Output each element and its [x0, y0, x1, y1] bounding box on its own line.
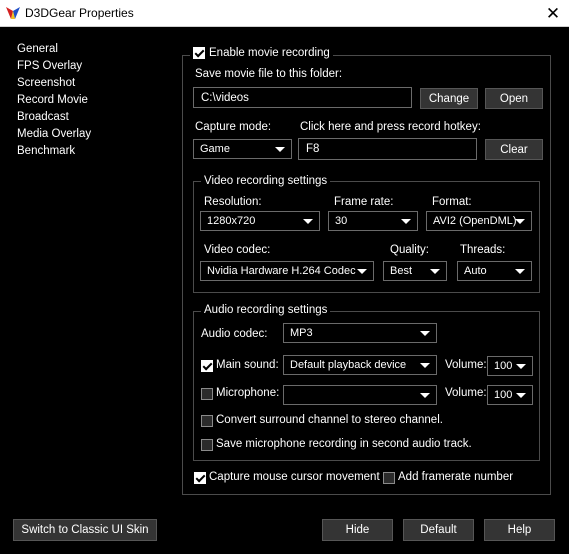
chevron-down-icon [357, 269, 367, 274]
video-codec-select[interactable]: Nvidia Hardware H.264 Codec [200, 261, 374, 281]
sidebar-item-benchmark[interactable]: Benchmark [17, 145, 75, 157]
chevron-down-icon [430, 269, 440, 274]
enable-recording-label: Enable movie recording [209, 47, 330, 59]
video-settings-legend: Video recording settings [201, 175, 331, 187]
sidebar-item-media-overlay[interactable]: Media Overlay [17, 128, 91, 140]
hotkey-input[interactable]: F8 [298, 138, 477, 160]
surround-label: Convert surround channel to stereo chann… [216, 414, 443, 426]
format-select[interactable]: AVI2 (OpenDML) [426, 211, 532, 231]
capture-mode-label: Capture mode: [195, 121, 272, 133]
open-folder-button[interactable]: Open [485, 88, 543, 109]
main-volume-label: Volume: [445, 359, 487, 371]
threads-label: Threads: [460, 244, 506, 256]
format-value: AVI2 (OpenDML) [433, 215, 517, 227]
hotkey-label: Click here and press record hotkey: [300, 121, 481, 133]
audio-settings-legend: Audio recording settings [201, 304, 331, 316]
framerate-number-label: Add framerate number [398, 471, 514, 483]
main-sound-device-value: Default playback device [290, 359, 407, 371]
sidebar-item-general[interactable]: General [17, 43, 58, 55]
frame-rate-value: 30 [335, 215, 348, 227]
framerate-number-checkbox[interactable] [383, 472, 395, 484]
sidebar-item-record-movie[interactable]: Record Movie [17, 94, 88, 106]
capture-mode-select[interactable]: Game [193, 139, 292, 159]
second-track-label: Save microphone recording in second audi… [216, 438, 472, 450]
microphone-device-select[interactable] [283, 385, 437, 405]
resolution-label: Resolution: [204, 196, 262, 208]
audio-codec-label: Audio codec: [201, 328, 268, 340]
hide-button[interactable]: Hide [322, 519, 393, 541]
main-sound-label: Main sound: [216, 359, 279, 371]
quality-value: Best [390, 265, 413, 277]
chevron-down-icon [515, 269, 525, 274]
threads-value: Auto [464, 265, 487, 277]
switch-classic-skin-button[interactable]: Switch to Classic UI Skin [13, 519, 157, 541]
enable-recording-legend: Enable movie recording [190, 47, 333, 59]
microphone-checkbox[interactable] [201, 388, 213, 400]
close-button[interactable]: ✕ [537, 0, 569, 27]
chevron-down-icon [515, 219, 525, 224]
folder-label: Save movie file to this folder: [195, 68, 343, 80]
clear-hotkey-button[interactable]: Clear [485, 139, 543, 160]
quality-label: Quality: [390, 244, 429, 256]
d3dgear-logo-icon [6, 7, 20, 19]
quality-select[interactable]: Best [383, 261, 447, 281]
frame-rate-select[interactable]: 30 [328, 211, 418, 231]
main-sound-device-select[interactable]: Default playback device [283, 355, 437, 375]
microphone-label: Microphone: [216, 387, 280, 399]
format-label: Format: [432, 196, 472, 208]
resolution-value: 1280x720 [207, 215, 256, 227]
video-codec-value: Nvidia Hardware H.264 Codec [207, 265, 356, 277]
chevron-down-icon [516, 364, 526, 369]
chevron-down-icon [420, 363, 430, 368]
help-button[interactable]: Help [484, 519, 555, 541]
frame-rate-label: Frame rate: [334, 196, 394, 208]
main-volume-value: 100 [494, 360, 513, 372]
sidebar-item-fps-overlay[interactable]: FPS Overlay [17, 60, 82, 72]
sidebar-item-screenshot[interactable]: Screenshot [17, 77, 75, 89]
chevron-down-icon [303, 219, 313, 224]
default-button[interactable]: Default [403, 519, 474, 541]
capture-mode-value: Game [200, 143, 230, 155]
mic-volume-select[interactable]: 100 [487, 385, 533, 405]
threads-select[interactable]: Auto [457, 261, 532, 281]
resolution-select[interactable]: 1280x720 [200, 211, 320, 231]
video-codec-label: Video codec: [204, 244, 271, 256]
capture-cursor-label: Capture mouse cursor movement [209, 471, 380, 483]
change-folder-button[interactable]: Change [420, 88, 478, 109]
main-sound-checkbox[interactable] [201, 360, 213, 372]
chevron-down-icon [401, 219, 411, 224]
audio-codec-select[interactable]: MP3 [283, 323, 437, 343]
mic-volume-value: 100 [494, 389, 513, 401]
chevron-down-icon [516, 393, 526, 398]
capture-cursor-checkbox[interactable] [194, 472, 206, 484]
chevron-down-icon [275, 147, 285, 152]
chevron-down-icon [420, 331, 430, 336]
close-icon: ✕ [545, 3, 561, 23]
second-track-checkbox[interactable] [201, 439, 213, 451]
chevron-down-icon [420, 393, 430, 398]
enable-recording-checkbox[interactable] [193, 47, 205, 59]
folder-input[interactable]: C:\videos [193, 87, 412, 108]
main-volume-select[interactable]: 100 [487, 356, 533, 376]
window-title: D3DGear Properties [25, 6, 134, 20]
mic-volume-label: Volume: [445, 387, 487, 399]
surround-checkbox[interactable] [201, 415, 213, 427]
title-bar: D3DGear Properties ✕ [0, 0, 569, 27]
sidebar-item-broadcast[interactable]: Broadcast [17, 111, 69, 123]
audio-codec-value: MP3 [290, 327, 313, 339]
